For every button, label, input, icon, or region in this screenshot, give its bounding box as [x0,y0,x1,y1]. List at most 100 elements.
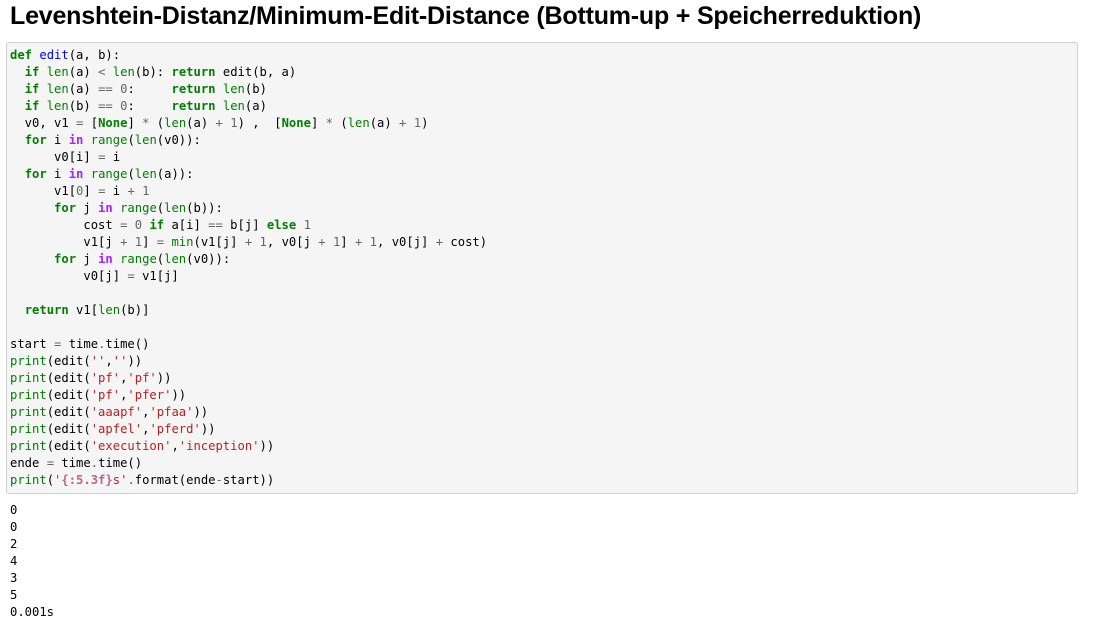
output-line: 5 [10,588,18,602]
code-token: )) [259,439,275,453]
code-token: return [171,82,216,96]
code-line: print(edit('pf','pf')) [10,370,487,387]
code-token: return [24,303,69,317]
code-token: ( [46,473,55,487]
code-token: (a) [369,116,400,130]
code-token: ( [149,116,165,130]
code-token: + [127,184,135,198]
code-token: v0[i] [10,150,99,164]
code-token: time() [105,337,150,351]
code-token: ] [127,116,143,130]
code-token: (b): [134,65,172,79]
code-token: ) , [ [237,116,282,130]
code-token: (b)] [120,303,150,317]
code-token: 'pf' [127,371,157,385]
code-token: range [90,133,128,147]
code-token: time [61,337,99,351]
code-token: b[j] [222,218,267,232]
markdown-heading: Levenshtein-Distanz/Minimum-Edit-Distanc… [10,2,922,30]
code-token: None [281,116,311,130]
code-token: None [98,116,128,130]
code-token: j [76,201,99,215]
code-token: a[i] [164,218,209,232]
code-token: 1 [230,116,238,130]
code-token: [ [83,116,99,130]
code-token: ende [10,456,47,470]
code-line: print(edit('apfel','pferd')) [10,421,487,438]
code-token: print [10,405,47,419]
code-token: v0, v1 [10,116,77,130]
code-token: . [90,456,99,470]
code-token: i [105,184,128,198]
code-editor[interactable]: def edit(a, b): if len(a) < len(b): retu… [10,47,487,489]
code-token: cost [10,218,121,232]
code-token: 1 [259,235,267,249]
code-token: )) [200,422,216,436]
code-token: len [98,303,121,317]
code-token: 1 [134,235,143,249]
code-token: (v1[j] [193,235,245,249]
code-token: len [134,133,157,147]
code-token: == [98,82,113,96]
code-token: ] [142,235,157,249]
code-line: ende = time.time() [10,455,487,472]
code-token: time() [98,456,143,470]
code-token: v1[ [10,184,77,198]
code-token: if [24,65,40,79]
code-token: v1[ [68,303,99,317]
code-token: len [164,252,187,266]
code-token: edit [39,48,69,62]
code-token: (v0)): [156,133,201,147]
code-line: if len(a) == 0: return len(b) [10,81,487,98]
code-line: print('{:5.3f}s'.format(ende-start)) [10,472,487,489]
code-line: print(edit('','')) [10,353,487,370]
code-token: v1[j] [134,269,179,283]
code-token: return [171,65,216,79]
code-token: start)) [222,473,275,487]
code-token: i [46,167,69,181]
code-token: ] [310,116,326,130]
output-line: 4 [10,554,18,568]
code-token: - [215,473,223,487]
code-token: if [149,218,165,232]
code-line: v0, v1 = [None] * (len(a) + 1) , [None] … [10,115,487,132]
code-token: 'pfaa' [149,405,194,419]
code-token: = [127,269,135,283]
code-line: for j in range(len(b)): [10,200,487,217]
code-token: 1 [413,116,422,130]
code-token: ( [332,116,348,130]
code-token: i [105,150,121,164]
code-token: print [10,354,47,368]
code-token: range [90,167,128,181]
code-token: print [10,439,47,453]
code-token: min [171,235,194,249]
code-token: : [127,82,172,96]
output-line: 0 [10,503,18,517]
code-line: print(edit('aaapf','pfaa')) [10,404,487,421]
code-token: ( [127,133,135,147]
code-token: )) [171,388,187,402]
code-token: print [10,388,47,402]
code-token: '' [112,354,128,368]
code-line: for j in range(len(v0)): [10,251,487,268]
code-token: (v0)): [186,252,231,266]
code-line: return v1[len(b)] [10,302,487,319]
code-token: else [266,218,297,232]
code-token: len [222,82,245,96]
code-token: len [134,167,157,181]
